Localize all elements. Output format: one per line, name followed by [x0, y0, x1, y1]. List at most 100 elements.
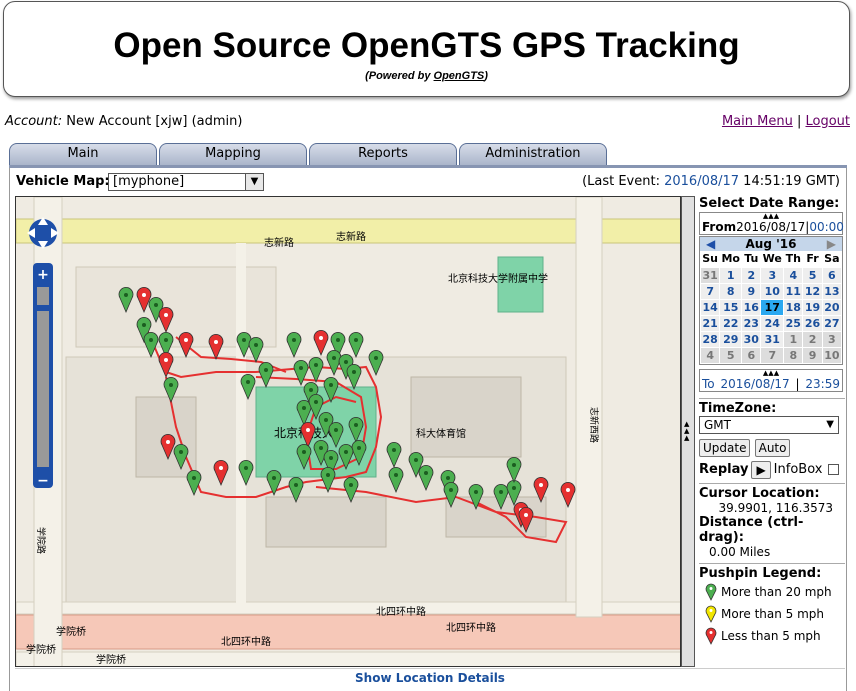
chevron-down-icon: ▼	[826, 418, 834, 430]
weekday-header: Sa	[824, 252, 840, 266]
calendar-day[interactable]: 1	[783, 330, 804, 348]
calendar-day[interactable]: 9	[741, 282, 762, 300]
calendar-day[interactable]: 8	[719, 282, 743, 300]
panel-splitter[interactable]: ▲ ▲ ▲	[681, 196, 695, 667]
calendar-day[interactable]: 9	[802, 346, 823, 364]
opengts-link[interactable]: OpenGTS	[434, 70, 485, 82]
calendar-day[interactable]: 3	[760, 266, 785, 284]
calendar-day[interactable]: 14	[699, 298, 721, 316]
label-zhixin-1: 志新路	[264, 236, 294, 249]
legend-text: More than 5 mph	[721, 606, 825, 621]
tab-reports[interactable]: Reports	[309, 143, 457, 166]
calendar-day[interactable]: 28	[699, 330, 721, 348]
main-menu-link[interactable]: Main Menu	[722, 114, 793, 129]
zoom-handle[interactable]	[35, 305, 51, 311]
calendar-day[interactable]: 13	[821, 282, 843, 300]
calendar-day[interactable]: 24	[760, 314, 785, 332]
calendar-day[interactable]: 2	[741, 266, 762, 284]
calendar-day[interactable]: 29	[719, 330, 743, 348]
calendar-day[interactable]: 10	[821, 346, 843, 364]
calendar-day[interactable]: 19	[802, 298, 823, 316]
timezone-select[interactable]: GMT ▼	[699, 415, 839, 434]
zoom-slider[interactable]: + −	[33, 263, 53, 489]
last-event-time: 14:51:19 GMT)	[739, 174, 840, 189]
chevron-down-icon[interactable]: ▼	[245, 174, 263, 190]
calendar-day[interactable]: 16	[741, 298, 762, 316]
timezone-value: GMT	[704, 417, 731, 432]
tab-administration[interactable]: Administration	[459, 143, 607, 166]
auto-button[interactable]: Auto	[754, 438, 791, 457]
calendar-day[interactable]: 2	[802, 330, 823, 348]
calendar-day[interactable]: 26	[802, 314, 823, 332]
label-beisihuan-3: 北四环中路	[376, 605, 426, 618]
calendar-day[interactable]: 15	[719, 298, 743, 316]
weekday-header: Th	[785, 252, 801, 266]
calendar-day[interactable]: 22	[719, 314, 743, 332]
timezone-label: TimeZone:	[699, 400, 777, 416]
calendar-day[interactable]: 31	[699, 266, 721, 284]
play-icon[interactable]: ▶	[751, 460, 771, 479]
zoom-out-icon[interactable]: −	[37, 473, 49, 489]
from-date-box[interactable]: ▲▲▲ From 2016/08/17 | 00:00	[699, 212, 844, 235]
legend-text: More than 20 mph	[721, 584, 832, 599]
prev-month-icon[interactable]: ◀	[706, 237, 715, 251]
tab-mapping[interactable]: Mapping	[159, 143, 307, 166]
logout-link[interactable]: Logout	[805, 114, 850, 129]
calendar-day[interactable]: 6	[821, 266, 843, 284]
cursor-location-value: 39.9901, 116.3573	[718, 500, 833, 515]
last-event-prefix: (Last Event:	[582, 174, 665, 189]
calendar-day[interactable]: 10	[760, 282, 785, 300]
distance-label: Distance (ctrl-drag):	[699, 514, 804, 545]
calendar-day[interactable]: 5	[802, 266, 823, 284]
vehicle-selected: [myphone]	[113, 174, 185, 189]
to-date-box[interactable]: ▲▲▲ To 2016/08/17 | 23:59	[699, 368, 843, 392]
calendar-day[interactable]: 7	[760, 346, 785, 364]
to-date[interactable]: 2016/08/17	[720, 377, 789, 391]
calendar-day[interactable]: 5	[719, 346, 743, 364]
building-gym	[410, 376, 522, 458]
calendar-day[interactable]: 1	[719, 266, 743, 284]
tracking-map[interactable]: 志新路 志新路 北四环中路 北四环中路 北四环中路 学院桥 学院桥 学院桥 志新…	[15, 196, 681, 667]
calendar-day[interactable]: 31	[760, 330, 785, 348]
calendar-day[interactable]: 27	[821, 314, 843, 332]
calendar-day[interactable]: 25	[783, 314, 804, 332]
label-beisihuan-1: 北四环中路	[221, 635, 271, 648]
calendar-day[interactable]: 17	[760, 298, 785, 316]
calendar-day[interactable]: 8	[783, 346, 804, 364]
calendar-day[interactable]: 23	[741, 314, 762, 332]
main-content: Vehicle Map: [myphone] ▼ (Last Event: 20…	[9, 168, 847, 691]
calendar-day[interactable]: 7	[699, 282, 721, 300]
calendar-day[interactable]: 4	[699, 346, 721, 364]
calendar-day[interactable]: 21	[699, 314, 721, 332]
vehicle-map-label: Vehicle Map:	[16, 174, 110, 189]
calendar-day[interactable]: 6	[741, 346, 762, 364]
calendar-day[interactable]: 30	[741, 330, 762, 348]
powered-prefix: (Powered by	[365, 70, 434, 82]
label-zhixin-2: 志新路	[336, 230, 366, 243]
legend-item: More than 20 mph	[705, 583, 845, 601]
calendar-day[interactable]: 11	[783, 282, 804, 300]
calendar-day[interactable]: 3	[821, 330, 843, 348]
replay-label: Replay	[699, 462, 749, 477]
map-canvas[interactable]: 志新路 志新路 北四环中路 北四环中路 北四环中路 学院桥 学院桥 学院桥 志新…	[16, 197, 681, 667]
infobox-checkbox[interactable]	[828, 464, 840, 475]
weekday-header: Tu	[744, 252, 759, 266]
update-button[interactable]: Update	[699, 438, 751, 457]
zoom-in-icon[interactable]: +	[37, 267, 49, 283]
calendar-day[interactable]: 20	[821, 298, 843, 316]
calendar-day[interactable]: 4	[783, 266, 804, 284]
vehicle-select[interactable]: [myphone] ▼	[108, 173, 264, 191]
tab-main[interactable]: Main	[9, 143, 157, 166]
calendar-day[interactable]: 12	[802, 282, 823, 300]
to-label[interactable]: To	[702, 377, 715, 391]
expand-up-icon[interactable]: ▲▲▲	[700, 369, 842, 377]
show-location-details-link[interactable]: Show Location Details	[15, 668, 845, 685]
calendar-day[interactable]: 18	[783, 298, 804, 316]
label-xueyuanqiao-2: 学院桥	[26, 643, 56, 656]
next-month-icon[interactable]: ▶	[827, 237, 836, 251]
collapse-up-icon[interactable]: ▲▲▲	[700, 213, 842, 220]
to-time[interactable]: 23:59	[805, 377, 840, 391]
from-time[interactable]: 00:00	[809, 220, 844, 234]
pushpin-icon	[705, 627, 717, 645]
account-value: New Account [xjw] (admin)	[66, 114, 243, 129]
